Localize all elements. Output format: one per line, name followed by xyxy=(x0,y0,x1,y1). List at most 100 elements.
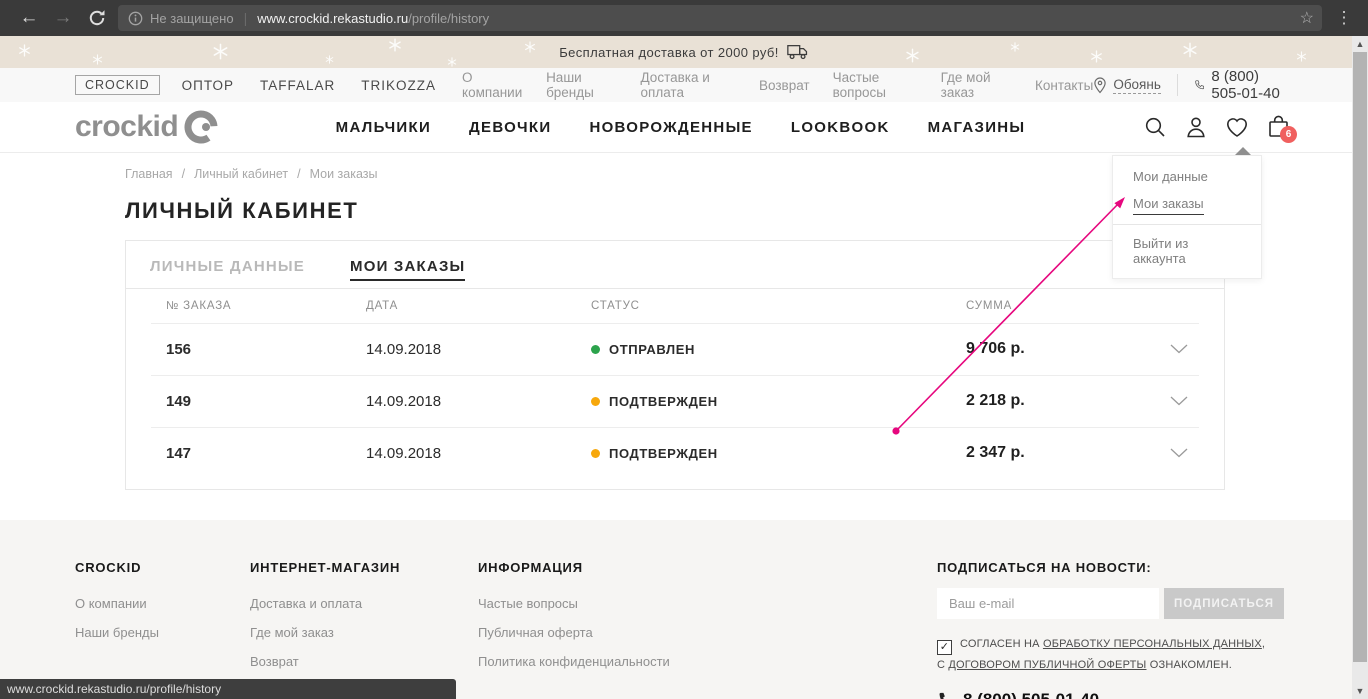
dropdown-pointer xyxy=(1235,147,1251,155)
reload-icon xyxy=(87,8,107,28)
menu-item-my-data[interactable]: Мои данные xyxy=(1133,169,1241,184)
order-row[interactable]: 147 14.09.2018 ПОДТВЕРЖДЕН 2 347 р. xyxy=(126,427,1224,479)
consent-part: ОЗНАКОМЛЕН. xyxy=(1147,659,1233,671)
promo-banner[interactable]: Бесплатная доставка от 2000 руб! xyxy=(0,36,1368,68)
footer-link-about[interactable]: О компании xyxy=(75,596,250,611)
footer-link-faq[interactable]: Частые вопросы xyxy=(478,596,808,611)
city-name[interactable]: Обоянь xyxy=(1113,77,1161,94)
col-order-number: № ЗАКАЗА xyxy=(166,300,366,312)
brand-tab-optor[interactable]: ОПТОР xyxy=(182,78,234,93)
expand-order-button[interactable] xyxy=(1170,448,1224,458)
nav-stores[interactable]: МАГАЗИНЫ xyxy=(928,119,1026,136)
order-row[interactable]: 156 14.09.2018 ОТПРАВЛЕН 9 706 р. xyxy=(126,323,1224,375)
snowflake-icon xyxy=(1182,42,1198,63)
status-dot xyxy=(591,345,600,354)
delivery-truck-icon xyxy=(787,44,809,60)
reload-button[interactable] xyxy=(80,8,114,28)
status-url-text: www.crockid.rekastudio.ru/profile/histor… xyxy=(7,682,221,696)
scroll-up-button[interactable]: ▲ xyxy=(1352,36,1368,52)
main-nav: МАЛЬЧИКИ ДЕВОЧКИ НОВОРОЖДЕННЫЕ LOOKBOOK … xyxy=(336,119,1026,136)
scroll-down-button[interactable]: ▼ xyxy=(1352,683,1368,699)
cart-button[interactable]: 6 xyxy=(1266,115,1290,139)
scrollbar[interactable]: ▲ ▼ xyxy=(1352,36,1368,699)
account-button[interactable] xyxy=(1184,115,1208,139)
footer-link-our-brands[interactable]: Наши бренды xyxy=(75,625,250,640)
link-delivery-payment[interactable]: Доставка и оплата xyxy=(641,70,736,100)
chevron-down-icon xyxy=(1170,448,1188,458)
back-button[interactable]: ← xyxy=(12,7,46,29)
phone-icon xyxy=(1194,77,1205,93)
snowflake-icon xyxy=(447,54,457,68)
link-contacts[interactable]: Контакты xyxy=(1035,78,1093,93)
snowflake-icon xyxy=(212,43,229,65)
phone-icon xyxy=(937,691,954,699)
snowflake-icon xyxy=(1296,49,1307,67)
breadcrumb-account[interactable]: Личный кабинет xyxy=(194,167,288,181)
footer-link-offer[interactable]: Публичная оферта xyxy=(478,625,808,640)
nav-lookbook[interactable]: LOOKBOOK xyxy=(791,119,890,136)
expand-order-button[interactable] xyxy=(1170,396,1224,406)
utility-nav: CROCKID ОПТОР TAFFALAR TRIKOZZA О компан… xyxy=(0,68,1368,102)
link-returns[interactable]: Возврат xyxy=(759,78,810,93)
order-sum: 9 706 р. xyxy=(966,340,1164,358)
forward-button[interactable]: → xyxy=(46,7,80,29)
footer-link-privacy[interactable]: Политика конфиденциальности xyxy=(478,654,808,669)
expand-order-button[interactable] xyxy=(1170,344,1224,354)
subscribe-button[interactable]: ПОДПИСАТЬСЯ xyxy=(1164,588,1284,619)
menu-divider xyxy=(1113,224,1261,225)
url-separator: | xyxy=(244,10,248,26)
col-status: СТАТУС xyxy=(591,300,966,312)
consent-part: СОГЛАСЕН НА xyxy=(960,638,1043,650)
url-path: /profile/history xyxy=(408,11,489,26)
search-button[interactable] xyxy=(1143,115,1167,139)
footer-link-returns[interactable]: Возврат xyxy=(250,654,478,669)
heart-icon xyxy=(1225,116,1249,138)
browser-menu-icon[interactable]: ⋮ xyxy=(1330,8,1358,28)
wishlist-button[interactable] xyxy=(1225,115,1249,139)
account-dropdown: Мои данные Мои заказы Выйти из аккаунта xyxy=(1112,155,1262,279)
link-where-is-my-order[interactable]: Где мой заказ xyxy=(941,70,1012,100)
header-phone[interactable]: 8 (800) 505-01-40 xyxy=(1194,68,1293,102)
logo[interactable]: crockid xyxy=(75,108,220,146)
menu-item-logout[interactable]: Выйти из аккаунта xyxy=(1133,236,1241,266)
link-our-brands[interactable]: Наши бренды xyxy=(546,70,617,100)
footer-col-title: CROCKID xyxy=(75,560,250,575)
footer-phone[interactable]: 8 (800) 505-01-40 xyxy=(937,690,1293,699)
footer-link-delivery[interactable]: Доставка и оплата xyxy=(250,596,478,611)
scrollbar-thumb[interactable] xyxy=(1353,52,1367,662)
menu-item-my-orders[interactable]: Мои заказы xyxy=(1133,196,1204,215)
snowflake-icon xyxy=(92,52,103,68)
personal-data-link[interactable]: ОБРАБОТКУ ПЕРСОНАЛЬНЫХ ДАННЫХ xyxy=(1043,638,1262,650)
orders-card: ЛИЧНЫЕ ДАННЫЕ МОИ ЗАКАЗЫ № ЗАКАЗА ДАТА С… xyxy=(125,240,1225,490)
public-offer-link[interactable]: ДОГОВОРОМ ПУБЛИЧНОЙ ОФЕРТЫ xyxy=(948,659,1146,671)
user-icon xyxy=(1185,116,1207,138)
snowflake-icon xyxy=(325,51,334,68)
order-sum: 2 218 р. xyxy=(966,392,1164,410)
order-number: 147 xyxy=(166,445,366,462)
brand-tab-taffalar[interactable]: TAFFALAR xyxy=(260,78,335,93)
info-icon[interactable] xyxy=(128,11,143,26)
link-about[interactable]: О компании xyxy=(462,70,523,100)
nav-boys[interactable]: МАЛЬЧИКИ xyxy=(336,119,431,136)
snowflake-icon xyxy=(18,44,31,62)
nav-girls[interactable]: ДЕВОЧКИ xyxy=(469,119,551,136)
email-input[interactable] xyxy=(937,588,1159,619)
logo-mark-icon xyxy=(182,108,220,146)
brand-tab-trikozza[interactable]: TRIKOZZA xyxy=(361,78,436,93)
nav-newborns[interactable]: НОВОРОЖДЕННЫЕ xyxy=(589,119,752,136)
url-host: www.crockid.rekastudio.ru xyxy=(257,11,408,26)
consent-checkbox[interactable]: ✓ xyxy=(937,640,952,655)
breadcrumb-home[interactable]: Главная xyxy=(125,167,173,181)
footer-phone-number: 8 (800) 505-01-40 xyxy=(963,690,1099,699)
brand-tab-crockid[interactable]: CROCKID xyxy=(75,75,160,95)
order-row[interactable]: 149 14.09.2018 ПОДТВЕРЖДЕН 2 218 р. xyxy=(126,375,1224,427)
status-label: ПОДТВЕРЖДЕН xyxy=(609,394,718,409)
tab-personal-data[interactable]: ЛИЧНЫЕ ДАННЫЕ xyxy=(150,258,305,288)
tab-my-orders[interactable]: МОИ ЗАКАЗЫ xyxy=(350,258,465,281)
footer-link-where-order[interactable]: Где мой заказ xyxy=(250,625,478,640)
snowflake-icon xyxy=(1010,39,1020,57)
city-selector[interactable]: Обоянь xyxy=(1093,77,1161,94)
link-faq[interactable]: Частые вопросы xyxy=(833,70,918,100)
bookmark-star-icon[interactable]: ☆ xyxy=(1300,8,1314,28)
url-bar[interactable]: Не защищено | www.crockid.rekastudio.ru … xyxy=(118,5,1322,31)
